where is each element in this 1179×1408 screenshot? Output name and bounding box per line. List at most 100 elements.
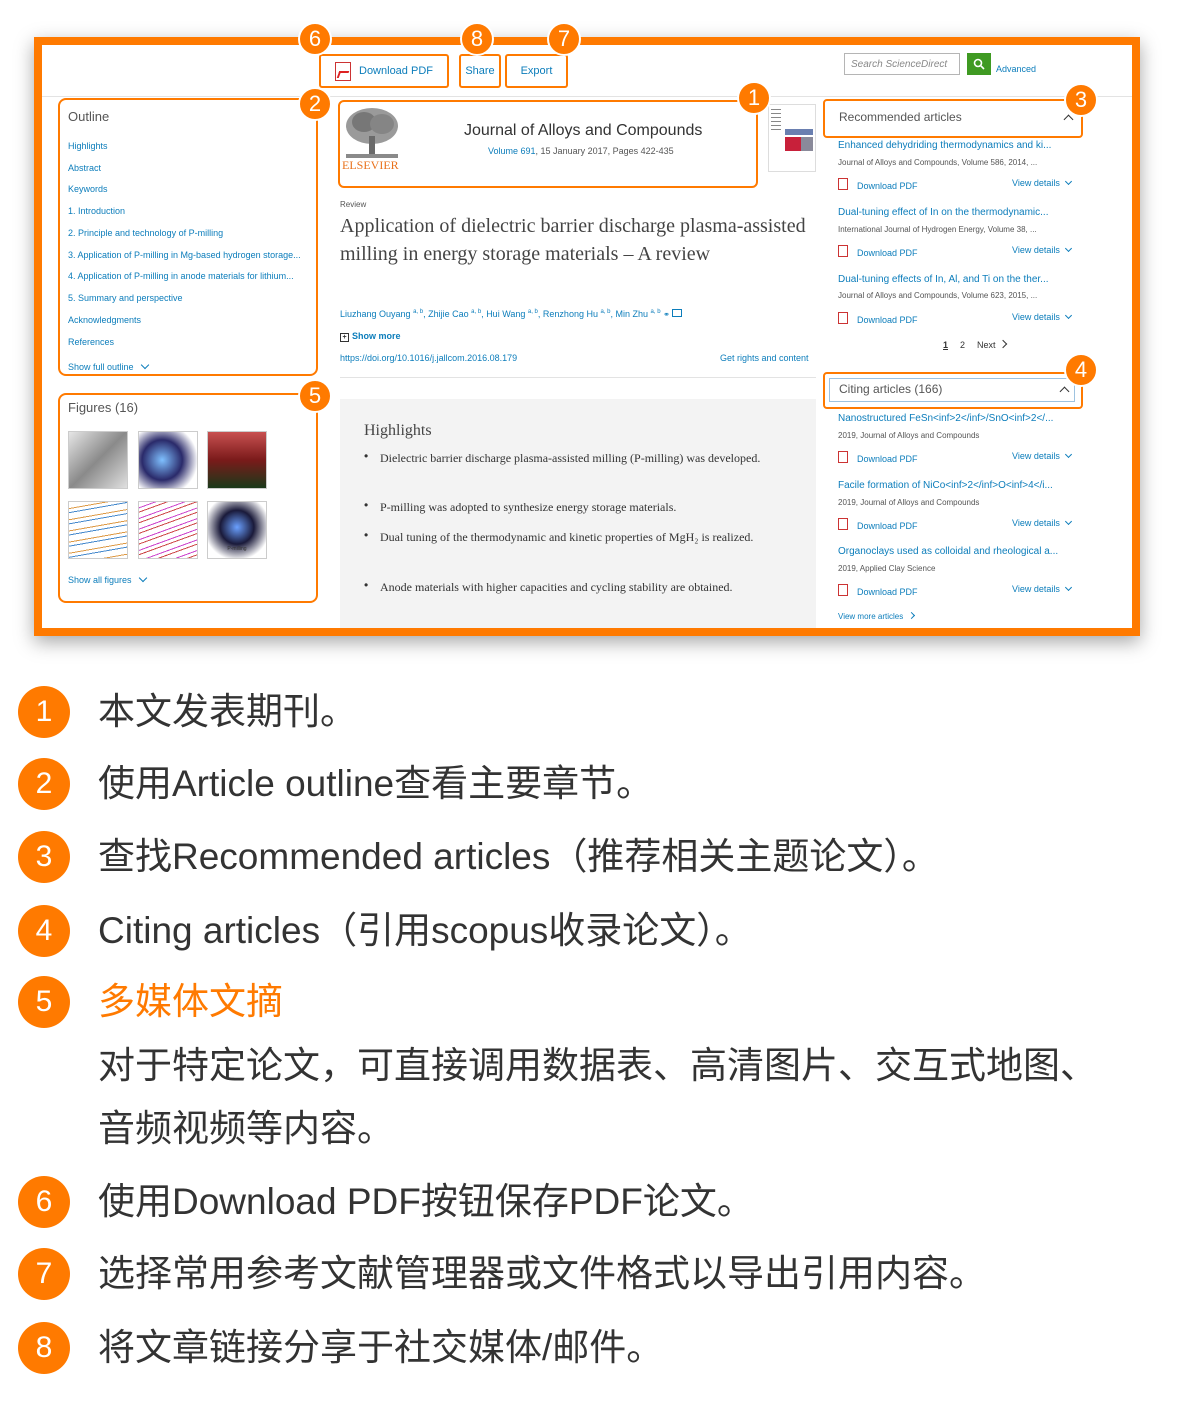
- legend-text: 使用Download PDF按钮保存PDF论文。: [98, 1181, 754, 1222]
- legend-row: 2 使用Article outline查看主要章节。: [18, 758, 653, 810]
- highlight-item: P-milling was adopted to synthesize ener…: [380, 500, 677, 514]
- pdf-icon: [838, 584, 848, 596]
- figure-thumbnail[interactable]: [207, 431, 267, 489]
- pdf-icon: [838, 518, 848, 530]
- journal-cover[interactable]: [768, 104, 816, 172]
- show-all-figures-link[interactable]: Show all figures: [68, 573, 148, 585]
- outline-item-principle[interactable]: 2. Principle and technology of P-milling: [68, 228, 223, 238]
- download-pdf-link[interactable]: Download PDF: [838, 518, 918, 531]
- recommended-header[interactable]: Recommended articles: [823, 99, 1083, 138]
- share-button[interactable]: Share: [459, 54, 501, 88]
- toolbar-divider: [42, 96, 1132, 97]
- figure-thumbnail[interactable]: [68, 431, 128, 489]
- citing-article-link[interactable]: Organoclays used as colloidal and rheolo…: [838, 546, 1078, 557]
- legend-number: 1: [18, 686, 70, 738]
- page-1[interactable]: 1: [943, 340, 948, 350]
- figure-thumbnail[interactable]: [68, 501, 128, 559]
- highlight-item: Dielectric barrier discharge plasma-assi…: [380, 451, 761, 465]
- outline-item-introduction[interactable]: 1. Introduction: [68, 206, 125, 216]
- legend-number: 6: [18, 1176, 70, 1228]
- callout-badge-4: 4: [1064, 353, 1098, 387]
- share-label: Share: [465, 65, 495, 77]
- figure-thumbnail[interactable]: [138, 431, 198, 489]
- view-details-link[interactable]: View details: [1012, 244, 1073, 255]
- figure-thumbnail[interactable]: [138, 501, 198, 559]
- chevron-up-icon: [1063, 114, 1074, 125]
- view-details-link[interactable]: View details: [1012, 450, 1073, 461]
- chevron-down-icon: [1065, 177, 1073, 186]
- download-pdf-link[interactable]: Download PDF: [838, 312, 918, 325]
- export-button[interactable]: Export: [505, 54, 568, 88]
- search-button[interactable]: [967, 53, 991, 75]
- search-icon: [973, 58, 985, 70]
- download-pdf-link[interactable]: Download PDF: [838, 584, 918, 597]
- author-link[interactable]: Zhijie Cao a, b: [428, 309, 481, 319]
- export-label: Export: [520, 65, 553, 77]
- legend-text: 多媒体文摘: [98, 981, 283, 1022]
- download-pdf-button[interactable]: Download PDF: [319, 54, 449, 88]
- page-2[interactable]: 2: [960, 340, 965, 350]
- recommended-article-link[interactable]: Dual-tuning effect of In on the thermody…: [838, 207, 1078, 218]
- citing-header[interactable]: Citing articles (166): [823, 372, 1083, 409]
- view-details-link[interactable]: View details: [1012, 517, 1073, 528]
- figures-title: Figures (16): [68, 400, 139, 415]
- email-icon[interactable]: [672, 309, 683, 317]
- callout-badge-6: 6: [298, 22, 332, 56]
- show-full-outline-label: Show full outline: [68, 362, 134, 372]
- legend-row: 1 本文发表期刊。: [18, 686, 357, 738]
- outline-item-references[interactable]: References: [68, 337, 114, 347]
- download-pdf-link[interactable]: Download PDF: [838, 178, 918, 191]
- chevron-right-icon: [998, 339, 1008, 349]
- outline-item-highlights[interactable]: Highlights: [68, 141, 108, 151]
- legend-text: Citing articles（引用scopus收录论文）。: [98, 910, 752, 951]
- view-more-articles-link[interactable]: View more articles: [838, 611, 916, 621]
- rights-link[interactable]: Get rights and content: [720, 353, 809, 363]
- callout-badge-1: 1: [737, 81, 771, 115]
- pdf-icon: [335, 61, 351, 81]
- outline-item-anode[interactable]: 4. Application of P-milling in anode mat…: [68, 271, 294, 281]
- citing-article-link[interactable]: Facile formation of NiCo<inf>2</inf>O<in…: [838, 480, 1078, 491]
- show-more-button[interactable]: + Show more: [340, 331, 401, 342]
- chevron-down-icon: [1065, 583, 1073, 592]
- outline-item-mg-hydrogen[interactable]: 3. Application of P-milling in Mg-based …: [68, 250, 301, 260]
- journal-name[interactable]: Journal of Alloys and Compounds: [464, 122, 702, 140]
- author-link[interactable]: Liuzhang Ouyang a, b: [340, 309, 423, 319]
- figure-caption: P-milling: [227, 546, 247, 552]
- download-pdf-link[interactable]: Download PDF: [838, 245, 918, 258]
- author-link[interactable]: Min Zhu a, b: [616, 309, 661, 319]
- show-more-label: Show more: [352, 331, 401, 341]
- legend-number: 8: [18, 1322, 70, 1374]
- search-placeholder: Search ScienceDirect: [851, 58, 948, 70]
- doi-link[interactable]: https://doi.org/10.1016/j.jallcom.2016.0…: [340, 353, 517, 363]
- divider: [340, 377, 816, 378]
- search-input[interactable]: Search ScienceDirect: [844, 53, 960, 75]
- recommended-article-meta: Journal of Alloys and Compounds, Volume …: [838, 291, 1038, 300]
- author-link[interactable]: Renzhong Hu a, b: [543, 309, 611, 319]
- show-full-outline-link[interactable]: Show full outline: [68, 360, 150, 372]
- advanced-search-link[interactable]: Advanced: [996, 64, 1036, 74]
- pdf-icon: [838, 451, 848, 463]
- outline-item-keywords[interactable]: Keywords: [68, 184, 108, 194]
- legend-subtext: 音频视频等内容。: [98, 1108, 394, 1149]
- view-details-link[interactable]: View details: [1012, 311, 1073, 322]
- outline-item-abstract[interactable]: Abstract: [68, 163, 101, 173]
- legend-text: 本文发表期刊。: [98, 691, 357, 732]
- outline-item-acknowledgments[interactable]: Acknowledgments: [68, 315, 141, 325]
- view-details-link[interactable]: View details: [1012, 177, 1073, 188]
- chevron-right-icon: [908, 611, 916, 620]
- outline-item-summary[interactable]: 5. Summary and perspective: [68, 293, 183, 303]
- legend-number: 7: [18, 1248, 70, 1300]
- volume-info: Volume 691, 15 January 2017, Pages 422-4…: [488, 146, 674, 156]
- view-details-link[interactable]: View details: [1012, 583, 1073, 594]
- recommended-article-link[interactable]: Dual-tuning effects of In, Al, and Ti on…: [838, 274, 1078, 285]
- author-link[interactable]: Hui Wang a, b: [486, 309, 538, 319]
- next-page-button[interactable]: Next: [977, 339, 1008, 350]
- citing-article-link[interactable]: Nanostructured FeSn<inf>2</inf>/SnO<inf>…: [838, 413, 1078, 424]
- callout-badge-3: 3: [1064, 83, 1098, 117]
- journal-box: ELSEVIER Journal of Alloys and Compounds…: [338, 100, 758, 188]
- citing-article-meta: 2019, Journal of Alloys and Compounds: [838, 498, 980, 507]
- recommended-article-link[interactable]: Enhanced dehydriding thermodynamics and …: [838, 140, 1078, 151]
- download-pdf-link[interactable]: Download PDF: [838, 451, 918, 464]
- figure-thumbnail[interactable]: P-milling: [207, 501, 267, 559]
- volume-link[interactable]: Volume 691: [488, 146, 536, 156]
